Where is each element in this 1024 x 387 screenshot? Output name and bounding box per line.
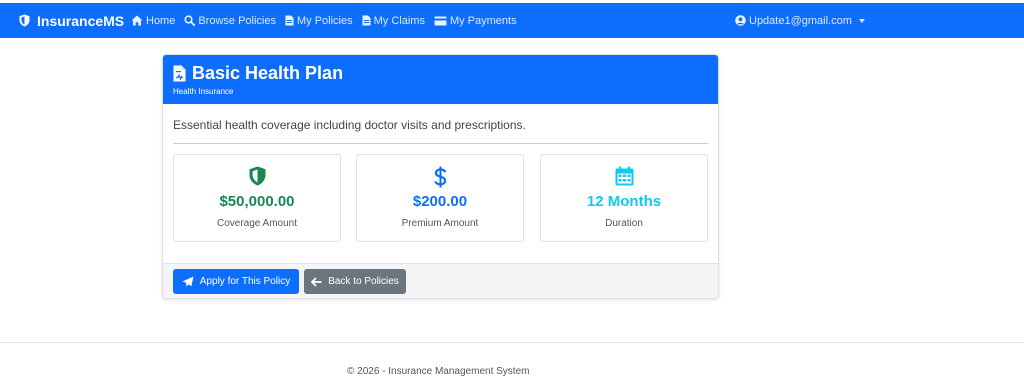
nav-item-label: My Payments <box>449 14 517 27</box>
duration-value: 12 Months <box>586 193 662 210</box>
chevron-down-icon <box>858 18 865 23</box>
shield-icon <box>19 14 30 27</box>
nav-item-label: Home <box>146 14 176 27</box>
policy-title-row: Basic Health Plan <box>173 63 718 84</box>
apply-policy-label: Apply for This Policy <box>199 276 291 287</box>
nav-item-browse-policies[interactable]: Browse Policies <box>184 15 276 27</box>
duration-card: 12 Months Duration <box>540 154 708 242</box>
policy-card: Basic Health Plan Health Insurance Essen… <box>162 54 719 299</box>
coverage-amount-label: Coverage Amount <box>216 218 298 229</box>
coverage-amount-card: $50,000.00 Coverage Amount <box>173 154 341 242</box>
credit-card-icon <box>434 16 447 25</box>
brand-link[interactable]: InsuranceMS <box>19 3 124 38</box>
file-icon <box>285 15 294 26</box>
premium-amount-value: $200.00 <box>412 193 468 210</box>
brand-name: InsuranceMS <box>37 12 125 29</box>
apply-policy-button[interactable]: Apply for This Policy <box>173 269 299 294</box>
policy-title: Basic Health Plan <box>192 63 344 83</box>
user-dropdown[interactable]: Update1@gmail.com <box>735 3 865 38</box>
nav-item-home[interactable]: Home <box>131 15 175 27</box>
user-email: Update1@gmail.com <box>749 14 852 27</box>
calendar-icon <box>615 166 633 186</box>
nav-item-label: Browse Policies <box>198 14 276 27</box>
home-icon <box>131 15 143 26</box>
file-icon <box>362 15 371 26</box>
shield-icon <box>249 166 265 186</box>
duration-label: Duration <box>605 218 643 229</box>
footer-copyright: © 2026 - Insurance Management System <box>347 366 530 377</box>
coverage-amount-value: $50,000.00 <box>219 193 295 210</box>
dollar-icon <box>434 166 446 188</box>
nav-links: Home Browse Policies My Policies My Clai… <box>131 3 526 38</box>
back-to-policies-label: Back to Policies <box>328 276 399 287</box>
back-to-policies-button[interactable]: Back to Policies <box>304 269 406 294</box>
policy-card-footer: Apply for This Policy Back to Policies <box>163 263 718 298</box>
nav-item-my-policies[interactable]: My Policies <box>285 15 353 27</box>
policy-description: Essential health coverage including doct… <box>173 118 526 132</box>
policy-card-header: Basic Health Plan Health Insurance <box>163 55 718 104</box>
search-icon <box>184 15 196 26</box>
paper-plane-icon <box>182 276 194 287</box>
nav-item-label: My Policies <box>296 14 353 27</box>
file-medical-icon <box>173 65 186 82</box>
top-navbar: InsuranceMS Home Browse Policies My Poli… <box>0 3 1024 38</box>
user-circle-icon <box>735 15 746 26</box>
arrow-left-icon <box>311 276 322 287</box>
nav-item-my-claims[interactable]: My Claims <box>362 15 425 27</box>
nav-item-my-payments[interactable]: My Payments <box>434 15 517 27</box>
premium-amount-label: Premium Amount <box>401 218 479 229</box>
footer-divider <box>0 342 1024 343</box>
premium-amount-card: $200.00 Premium Amount <box>356 154 524 242</box>
divider <box>173 143 708 144</box>
policy-category: Health Insurance <box>173 87 234 96</box>
nav-item-label: My Claims <box>373 14 425 27</box>
